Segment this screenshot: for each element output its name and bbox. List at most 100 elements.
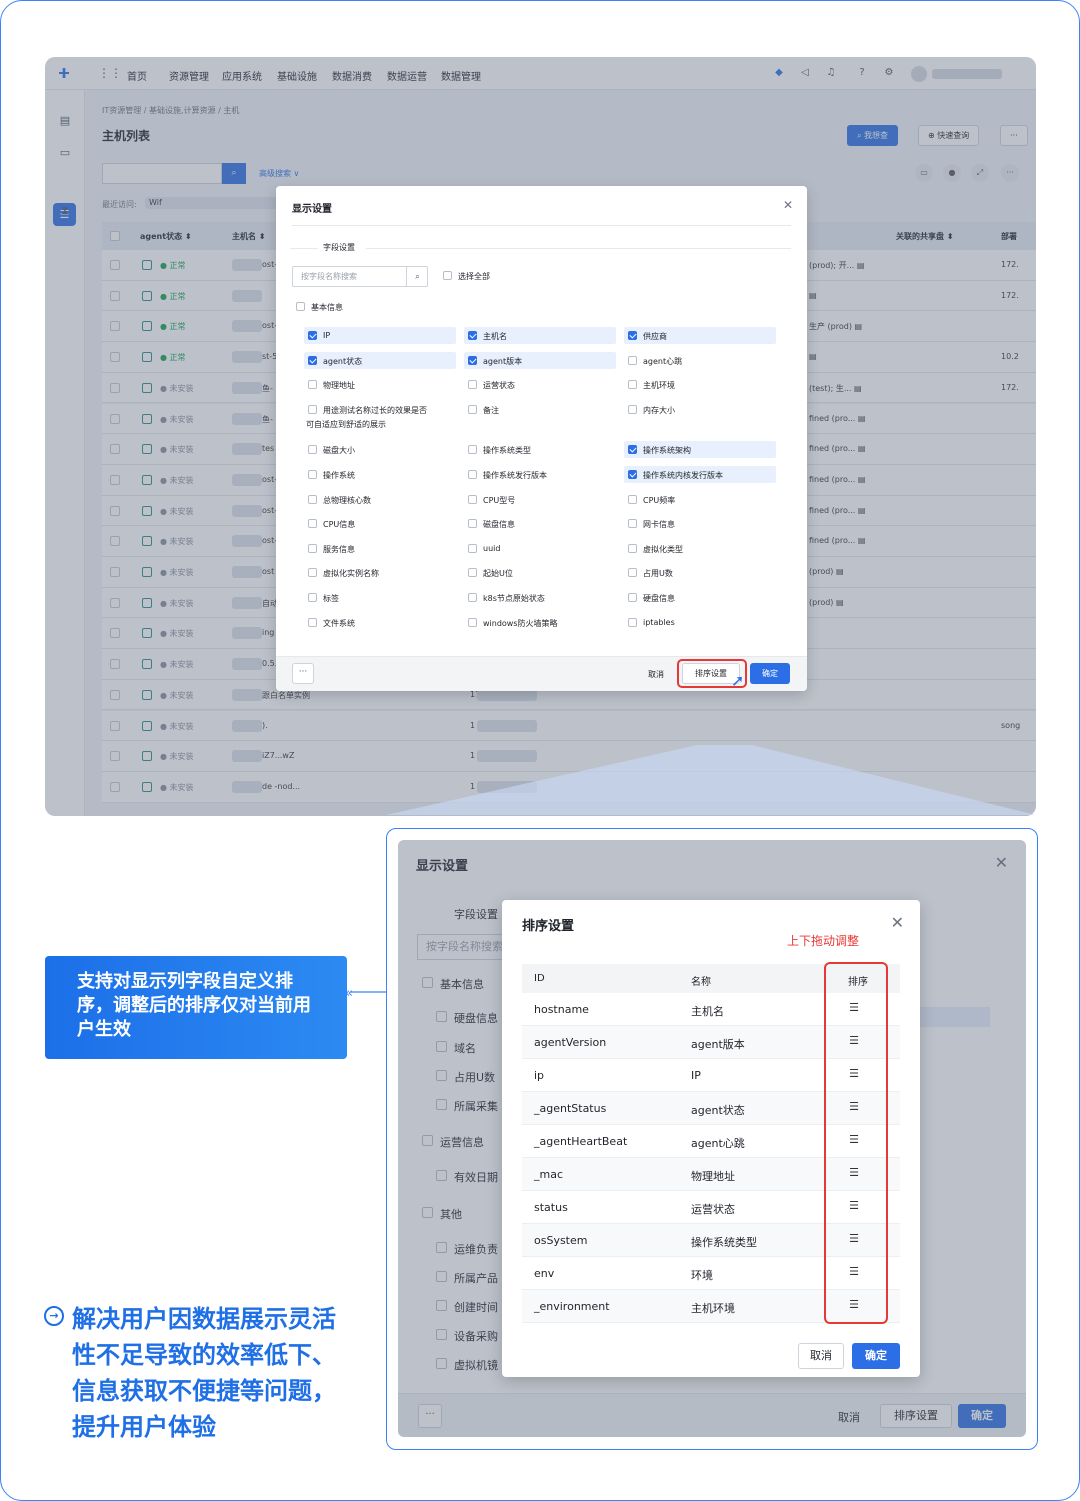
ok-button[interactable]: 确定	[852, 1343, 900, 1369]
field-checkbox[interactable]	[628, 331, 637, 340]
field-label: 物理地址	[323, 381, 355, 391]
field-checkbox[interactable]	[308, 593, 317, 602]
display-settings-dialog: 显示设置 ✕ 字段设置 按字段名称搜索 ⌕ 选择全部 基本信息 IP 主机名 供应商…	[276, 186, 807, 691]
field-label: 备注	[483, 405, 499, 415]
field-checkbox[interactable]	[468, 617, 477, 627]
field-label: CPU信息	[323, 520, 356, 530]
field-label: 操作系统内核发行版本	[643, 471, 723, 480]
field-checkbox[interactable]	[628, 617, 637, 627]
field-checkbox[interactable]	[628, 404, 637, 414]
field-checkbox[interactable]	[468, 404, 477, 414]
select-all-label: 选择全部	[458, 272, 490, 281]
field-checkbox[interactable]	[308, 543, 317, 553]
sort-column-highlight	[824, 962, 888, 1324]
pointer-cursor-icon: ➚	[731, 671, 745, 690]
field-label: 网卡信息	[643, 520, 675, 530]
field-label: 磁盘信息	[483, 520, 515, 530]
field-name: 主机环境	[691, 1302, 735, 1315]
summary-text: 解决用户因数据展示灵活性不足导致的效率低下、信息获取不便捷等问题，提升用户体验	[72, 1305, 336, 1441]
field-label: 虚拟化实例名称	[323, 569, 379, 579]
field-checkbox[interactable]	[628, 494, 637, 504]
close-icon[interactable]: ✕	[783, 198, 793, 212]
field-checkbox[interactable]	[308, 355, 317, 365]
field-checkbox[interactable]	[468, 380, 477, 390]
close-icon[interactable]: ✕	[891, 913, 904, 932]
field-checkbox[interactable]	[308, 519, 317, 529]
field-name: 操作系统类型	[691, 1236, 757, 1249]
field-label: 服务信息	[323, 544, 355, 554]
field-checkbox[interactable]	[308, 445, 317, 455]
field-checkbox[interactable]	[628, 445, 637, 455]
field-checkbox[interactable]	[468, 355, 477, 365]
field-label: 起始U位	[483, 569, 513, 579]
field-label: windows防火墙策略	[483, 618, 558, 628]
field-label: 虚拟化类型	[643, 544, 683, 554]
group-basic-checkbox[interactable]	[296, 302, 305, 311]
field-checkbox[interactable]	[308, 380, 317, 390]
field-checkbox[interactable]	[628, 470, 637, 479]
field-name: IP	[691, 1069, 701, 1082]
field-label: IP	[323, 331, 331, 340]
th-id: ID	[534, 973, 545, 984]
field-label: uuid	[483, 543, 501, 553]
field-checkbox[interactable]	[628, 543, 637, 553]
more-button[interactable]: ···	[292, 663, 314, 684]
divider	[290, 248, 318, 249]
field-label: agent版本	[483, 356, 523, 366]
field-label: 操作系统架构	[643, 446, 691, 456]
field-checkbox[interactable]	[468, 543, 477, 553]
field-label: CPU型号	[483, 495, 516, 505]
cancel-button[interactable]: 取消	[648, 669, 664, 680]
field-checkbox[interactable]	[308, 331, 317, 340]
field-label: 主机名	[483, 332, 507, 341]
field-checkbox[interactable]	[468, 470, 477, 479]
field-label: 操作系统	[323, 471, 355, 480]
dialog-footer: ··· 取消 排序设置 确定	[276, 656, 807, 691]
drag-hint: 上下拖动调整	[787, 934, 860, 948]
field-checkbox[interactable]	[628, 355, 637, 365]
field-checkbox[interactable]	[468, 519, 477, 529]
field-checkbox[interactable]	[468, 494, 477, 504]
select-all-checkbox[interactable]	[443, 271, 452, 280]
app-screenshot: ⵜ ⋮⋮ 首页 资源管理 应用系统 基础设施 数据消费 数据运营 数据管理 ◆ …	[45, 57, 1036, 816]
field-checkbox[interactable]	[468, 568, 477, 578]
field-label: 运营状态	[483, 381, 515, 391]
field-label: 用途测试名称过长的效果是否	[323, 405, 427, 415]
field-name: 环境	[691, 1269, 713, 1282]
tab-field-settings[interactable]: 字段设置	[323, 242, 355, 253]
field-id: status	[534, 1201, 568, 1214]
field-checkbox[interactable]	[468, 445, 477, 455]
field-label: 总物理核心数	[323, 495, 371, 505]
field-label: 标签	[323, 594, 339, 603]
field-checkbox[interactable]	[628, 519, 637, 529]
ok-button[interactable]: 确定	[750, 663, 790, 684]
field-label: agent状态	[323, 356, 363, 366]
cancel-button[interactable]: 取消	[798, 1343, 844, 1369]
field-id: agentVersion	[534, 1036, 607, 1049]
field-checkbox[interactable]	[468, 331, 477, 340]
field-checkbox[interactable]	[308, 404, 317, 414]
divider	[292, 225, 791, 226]
field-checkbox[interactable]	[628, 380, 637, 390]
field-label: agent心跳	[643, 356, 683, 366]
field-checkbox[interactable]	[628, 568, 637, 578]
field-label: k8s节点原始状态	[483, 594, 545, 603]
field-checkbox[interactable]	[308, 494, 317, 504]
field-name: 物理地址	[691, 1170, 735, 1183]
field-label: 操作系统发行版本	[483, 471, 547, 480]
divider	[366, 248, 791, 249]
sort-dialog-title: 排序设置	[522, 919, 575, 934]
field-id: _agentStatus	[534, 1102, 607, 1115]
field-checkbox[interactable]	[308, 617, 317, 627]
field-name: 运营状态	[691, 1203, 735, 1216]
field-id: ip	[534, 1069, 545, 1082]
field-label: 主机环境	[643, 381, 675, 391]
search-icon[interactable]: ⌕	[406, 266, 428, 287]
field-id: env	[534, 1267, 555, 1280]
field-label: 磁盘大小	[323, 446, 355, 456]
field-label: 占用U数	[643, 569, 673, 579]
field-checkbox[interactable]	[308, 568, 317, 578]
field-checkbox[interactable]	[628, 593, 637, 602]
field-checkbox[interactable]	[308, 470, 317, 479]
field-checkbox[interactable]	[468, 593, 477, 602]
